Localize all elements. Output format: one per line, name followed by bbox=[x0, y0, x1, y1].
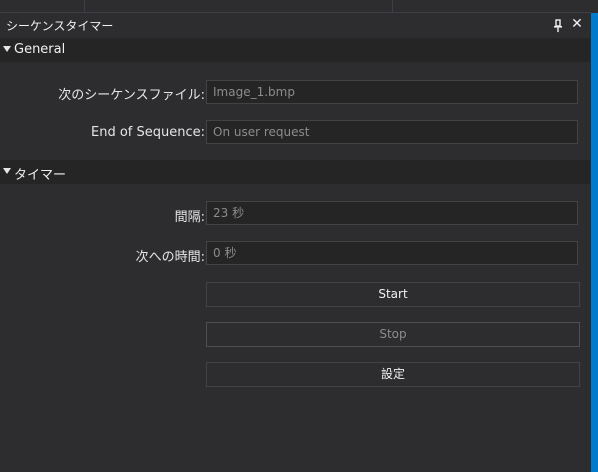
time-to-next-label: 次への時間: bbox=[135, 250, 205, 265]
panel-titlebar: シーケンスタイマー ✕ bbox=[0, 13, 590, 37]
right-accent-bar bbox=[591, 13, 598, 472]
end-of-sequence-field[interactable]: On user request bbox=[206, 120, 578, 144]
section-general-header[interactable]: General bbox=[0, 38, 590, 62]
right-edge-top bbox=[591, 0, 598, 13]
interval-field[interactable]: 23 秒 bbox=[206, 201, 578, 225]
time-to-next-field[interactable]: 0 秒 bbox=[206, 241, 578, 265]
expand-arrow-icon bbox=[3, 46, 11, 52]
next-sequence-file-label: 次のシーケンスファイル: bbox=[58, 88, 205, 103]
interval-label: 間隔: bbox=[174, 210, 205, 225]
close-icon[interactable]: ✕ bbox=[570, 16, 584, 32]
pin-icon[interactable] bbox=[552, 18, 564, 33]
expand-arrow-icon bbox=[3, 168, 11, 174]
panel-title: シーケンスタイマー bbox=[6, 19, 114, 33]
stop-button[interactable]: Stop bbox=[206, 322, 580, 347]
tab-separator bbox=[84, 0, 85, 12]
top-tab-strip bbox=[0, 0, 592, 13]
end-of-sequence-label: End of Sequence: bbox=[90, 125, 205, 140]
section-timer-header[interactable]: タイマー bbox=[0, 160, 590, 184]
next-sequence-file-field[interactable]: Image_1.bmp bbox=[206, 80, 578, 104]
start-button[interactable]: Start bbox=[206, 282, 580, 307]
section-general-label: General bbox=[14, 42, 66, 57]
tab-separator bbox=[392, 0, 393, 12]
sequence-timer-panel: シーケンスタイマー ✕ General 次のシーケンスファイル: Image_1… bbox=[0, 0, 598, 472]
settings-button[interactable]: 設定 bbox=[206, 362, 580, 387]
section-timer-label: タイマー bbox=[14, 168, 67, 183]
